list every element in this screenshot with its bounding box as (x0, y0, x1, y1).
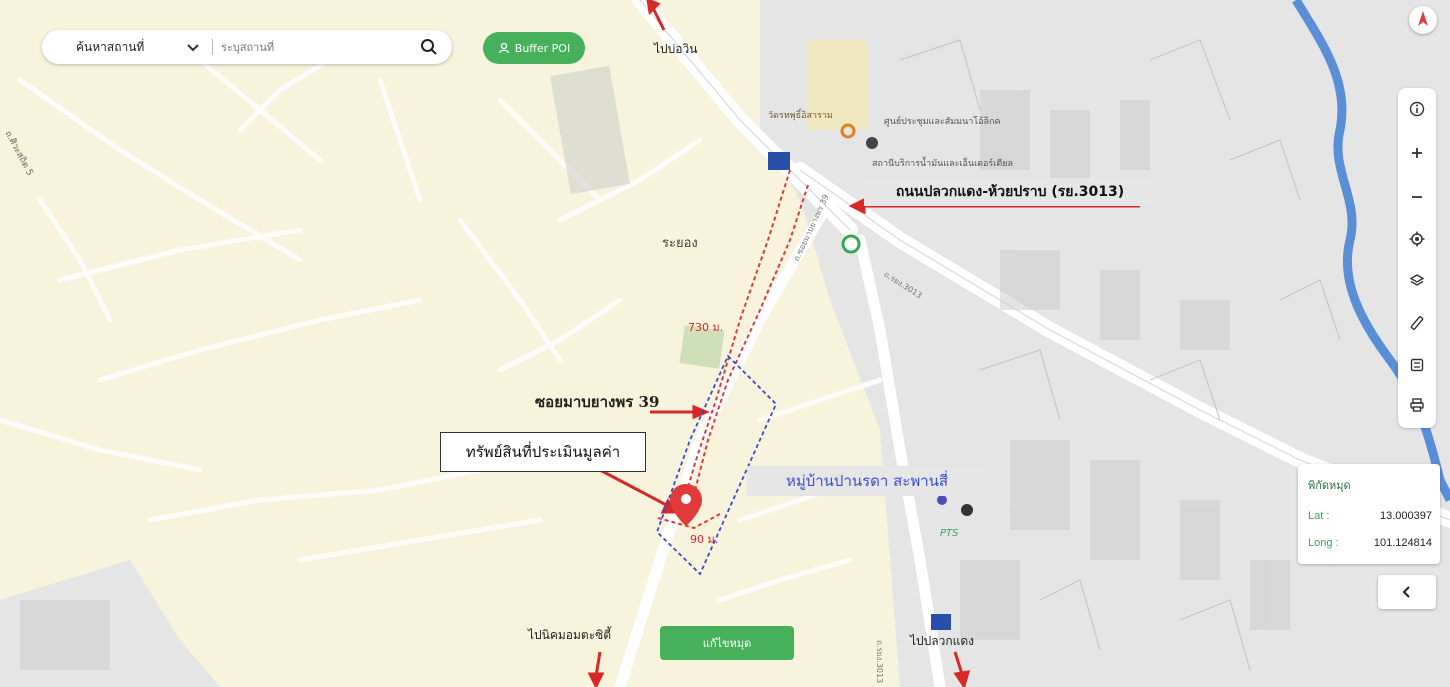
map-toolbar (1398, 88, 1436, 428)
buffer-poi-button[interactable]: Buffer POI (483, 32, 585, 64)
label-road-bottom: ถ.รยง.3013 (875, 640, 884, 684)
label-to-plaukdaeng: ไปปลวกแดง (910, 634, 975, 648)
info-button[interactable] (1398, 96, 1436, 122)
zoom-in-icon (1412, 148, 1422, 158)
longitude-row: Long : 101.124814 (1308, 537, 1432, 549)
layers-button[interactable] (1398, 268, 1436, 294)
layers-icon (1409, 274, 1425, 286)
label-to-nikhom: ไปนิคมอมตะซิตี้ (528, 628, 612, 642)
search-bar: ค้นหาสถานที่ (42, 30, 452, 64)
label-temple: วัดรหพุธิ์อิสาราม (768, 111, 833, 121)
save-button[interactable] (1398, 352, 1436, 378)
soi-name-annotation: ซอยมาบยางพร 39 (535, 393, 660, 411)
distance-730-label: 730 ม. (688, 321, 724, 334)
village-annotation: หมู่บ้านปานรดา สะพานสี่ (747, 466, 987, 496)
edit-pin-label: แก้ไขหมุด (702, 637, 752, 650)
info-icon (1409, 101, 1425, 117)
ruler-icon (1410, 316, 1424, 330)
longitude-value: 101.124814 (1373, 537, 1432, 549)
zoom-out-icon (1412, 196, 1422, 198)
locate-button[interactable] (1398, 226, 1436, 252)
save-icon (1410, 358, 1424, 372)
edit-pin-button[interactable]: แก้ไขหมุด (660, 626, 794, 660)
search-mode-select[interactable]: ค้นหาสถานที่ (76, 38, 180, 57)
asset-annotation: ทรัพย์สินที่ประเมินมูลค่า (440, 432, 646, 472)
print-button[interactable] (1398, 392, 1436, 418)
search-input[interactable] (219, 39, 403, 55)
zoom-in-button[interactable] (1398, 140, 1436, 166)
label-rayong: ระยอง (662, 236, 698, 251)
compass-button[interactable] (1409, 6, 1437, 34)
latitude-label: Lat : (1308, 510, 1330, 522)
map-canvas[interactable] (0, 0, 1450, 687)
poi-icon (866, 137, 878, 149)
print-icon (1410, 398, 1424, 412)
zoom-out-button[interactable] (1398, 184, 1436, 210)
highway-sign-icon (768, 152, 790, 170)
label-ptt: PTS (940, 528, 959, 539)
latitude-value: 13.000397 (1380, 510, 1432, 522)
chevron-down-icon[interactable] (184, 38, 202, 56)
distance-90-label: 90 ม. (690, 533, 719, 546)
highway-sign-icon (931, 614, 951, 630)
locate-icon (1409, 231, 1425, 247)
coordinate-panel: พิกัดหมุด Lat : 13.000397 Long : 101.124… (1298, 464, 1440, 564)
longitude-label: Long : (1308, 537, 1339, 549)
user-icon (498, 42, 509, 54)
road-name-annotation: ถนนปลวกแดง-ห้วยปราบ (รย.3013) (864, 178, 1156, 206)
chevron-left-icon (1402, 586, 1410, 598)
coordinate-title: พิกัดหมุด (1308, 480, 1351, 492)
poi-icon (961, 504, 973, 516)
label-office: สถานีบริการน้ำมันและเอ็นเตอร์เตียล (872, 159, 1013, 169)
compass-icon (1418, 11, 1428, 26)
collapse-panel-button[interactable] (1378, 575, 1436, 609)
latitude-row: Lat : 13.000397 (1308, 510, 1432, 522)
poi-icon (937, 495, 947, 505)
label-center: ศูนย์ประชุมและสัมมนาโอ้ลิกค (884, 117, 1001, 127)
buffer-poi-label: Buffer POI (514, 41, 571, 55)
gas-station-icon (841, 234, 861, 254)
measure-button[interactable] (1398, 310, 1436, 336)
search-icon[interactable] (420, 38, 438, 56)
divider (212, 39, 213, 55)
label-to-bowin: ไปบ่อวิน (654, 42, 698, 56)
